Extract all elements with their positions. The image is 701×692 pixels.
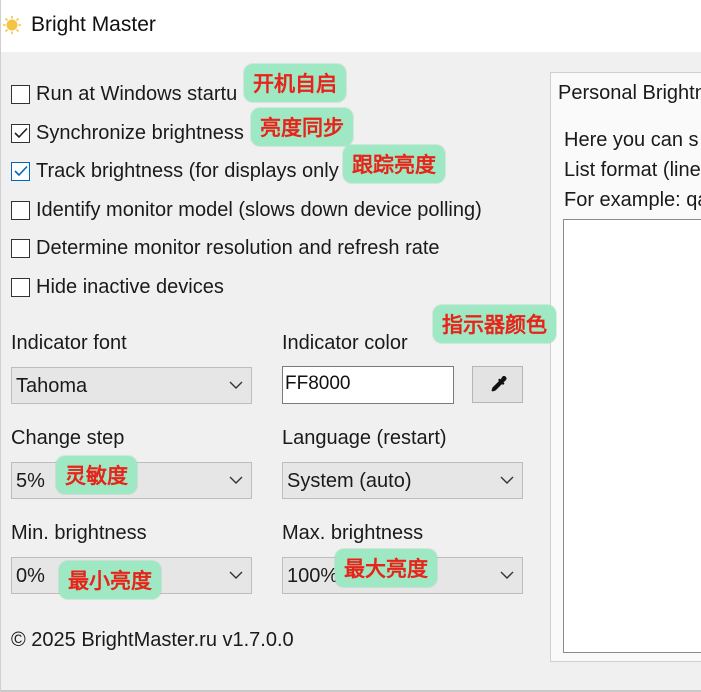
panel-title: Personal Brightn [558,82,701,104]
indicator-font-label: Indicator font [11,332,127,354]
panel-description-line: List format (line [564,159,701,181]
change-step-value: 5% [16,470,45,492]
annotation-max: 最大亮度 [335,549,437,587]
determine-resolution-checkbox[interactable]: Determine monitor resolution and refresh… [11,235,440,261]
sun-icon [3,16,21,34]
personal-brightness-textarea[interactable] [563,219,701,653]
checkbox-box[interactable] [11,277,30,297]
annotation-startup: 开机自启 [244,64,346,102]
annotation-step: 灵敏度 [56,456,137,494]
indicator-font-select[interactable]: Tahoma [11,367,252,404]
checkmark-icon [13,165,28,177]
min-brightness-value: 0% [16,565,45,587]
synchronize-brightness-checkbox[interactable]: Synchronize brightness [11,120,244,146]
panel-description-line: Here you can s [564,129,699,151]
max-brightness-value: 100% [287,565,339,587]
hide-inactive-devices-checkbox[interactable]: Hide inactive devices [11,274,224,300]
personal-brightness-panel: Personal Brightn Here you can s List for… [550,72,701,662]
window-title: Bright Master [31,13,156,36]
chevron-down-icon [500,476,514,484]
annotation-track: 跟踪亮度 [343,145,445,183]
hide-inactive-devices-label: Hide inactive devices [36,275,224,298]
chevron-down-icon [500,571,514,579]
track-brightness-checkbox[interactable]: Track brightness (for displays only [11,158,339,184]
identify-monitor-model-label: Identify monitor model (slows down devic… [36,198,482,221]
indicator-font-value: Tahoma [16,375,88,397]
checkbox-box[interactable] [11,84,30,104]
language-label: Language (restart) [282,427,447,449]
run-at-startup-checkbox[interactable]: Run at Windows startu [11,81,237,107]
checkbox-box[interactable] [11,238,30,258]
annotation-min: 最小亮度 [59,561,161,599]
title-bar: Bright Master [1,0,701,52]
track-brightness-label: Track brightness (for displays only [36,159,339,182]
checkbox-box[interactable] [11,161,30,181]
indicator-color-input[interactable]: FF8000 [282,366,454,404]
min-brightness-label: Min. brightness [11,522,147,544]
eyedropper-icon [491,375,506,391]
checkbox-box[interactable] [11,200,30,220]
version-footer: © 2025 BrightMaster.ru v1.7.0.0 [11,629,294,651]
settings-window: Bright Master Run at Windows startu Sync… [0,0,701,692]
synchronize-brightness-label: Synchronize brightness [36,121,244,144]
determine-resolution-label: Determine monitor resolution and refresh… [36,236,440,259]
checkbox-box[interactable] [11,123,30,143]
checkmark-icon [13,127,28,139]
color-picker-button[interactable] [472,366,523,403]
panel-description-line: For example: qa [564,189,701,211]
indicator-color-label: Indicator color [282,332,408,354]
change-step-label: Change step [11,427,125,449]
annotation-color: 指示器颜色 [433,305,556,343]
language-value: System (auto) [287,470,412,492]
max-brightness-label: Max. brightness [282,522,424,544]
run-at-startup-label: Run at Windows startu [36,82,238,105]
chevron-down-icon [229,476,243,484]
chevron-down-icon [229,381,243,389]
chevron-down-icon [229,571,243,579]
annotation-sync: 亮度同步 [251,108,353,146]
identify-monitor-model-checkbox[interactable]: Identify monitor model (slows down devic… [11,197,482,223]
language-select[interactable]: System (auto) [282,462,523,499]
